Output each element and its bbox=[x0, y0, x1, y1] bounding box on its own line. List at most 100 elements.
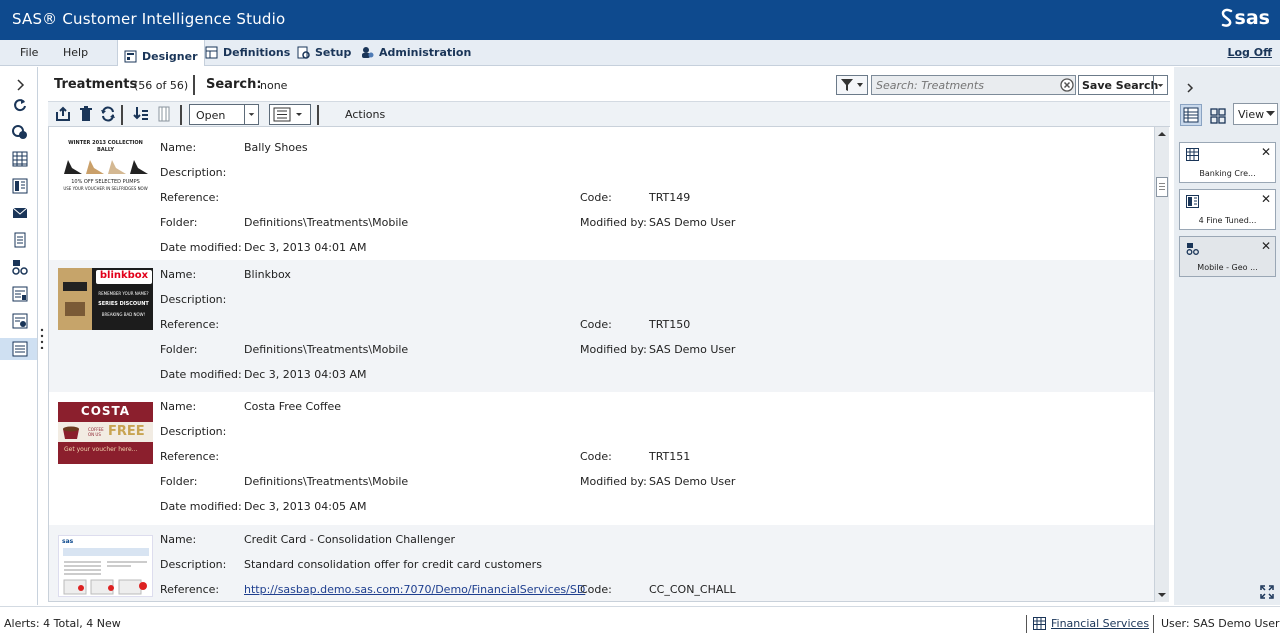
clear-search-icon[interactable] bbox=[1060, 78, 1074, 92]
name-label: Name: bbox=[160, 141, 197, 154]
thumb-line2: SERIES DISCOUNT bbox=[98, 301, 149, 307]
list-item[interactable]: blinkbox REMEMBER YOUR NAME? SERIES DISC… bbox=[49, 260, 1154, 392]
actions-menu[interactable]: Actions bbox=[345, 108, 385, 121]
title-bar: SAS® Customer Intelligence Studio sas bbox=[0, 0, 1280, 40]
treatment-thumbnail: WINTER 2013 COLLECTION BALLY 10% OFF SEL… bbox=[58, 139, 153, 201]
scroll-up-icon[interactable] bbox=[1157, 130, 1167, 138]
folder-value: Definitions\Treatments\Mobile bbox=[244, 216, 409, 229]
filter-button[interactable] bbox=[836, 75, 868, 95]
code-label: Code: bbox=[580, 450, 612, 463]
chevron-down-icon bbox=[1266, 111, 1275, 116]
recent-item-card[interactable]: ✕ Banking Cre... bbox=[1179, 142, 1276, 183]
name-value: Costa Free Coffee bbox=[244, 400, 342, 413]
reference-label: Reference: bbox=[160, 450, 220, 463]
alerts-status[interactable]: Alerts: 4 Total, 4 New bbox=[4, 617, 121, 630]
toolbar-divider bbox=[121, 105, 123, 125]
tab-administration[interactable]: Administration bbox=[361, 46, 471, 59]
description-label: Description: bbox=[160, 558, 227, 571]
close-icon[interactable]: ✕ bbox=[1261, 145, 1271, 159]
vertical-scrollbar[interactable] bbox=[1154, 127, 1169, 602]
setup-icon bbox=[297, 46, 310, 59]
list-view-toggle[interactable] bbox=[1180, 104, 1202, 126]
left-nav-rail bbox=[0, 67, 38, 605]
thumb-brand: blinkbox bbox=[96, 270, 152, 284]
view-mode-dropdown[interactable] bbox=[269, 104, 311, 125]
expand-right-icon[interactable] bbox=[1184, 81, 1196, 95]
save-search-button[interactable]: Save Search bbox=[1078, 75, 1168, 95]
administration-icon bbox=[362, 47, 374, 58]
folder-value: Definitions\Treatments\Mobile bbox=[244, 343, 409, 356]
date-modified-value: Dec 3, 2013 04:03 AM bbox=[244, 368, 367, 381]
refresh-search-icon[interactable] bbox=[12, 97, 28, 113]
header-divider bbox=[193, 75, 195, 95]
thumb-line1: REMEMBER YOUR NAME? bbox=[98, 291, 149, 296]
campaign-icon[interactable] bbox=[12, 313, 28, 329]
search-input[interactable] bbox=[871, 75, 1076, 95]
date-modified-value: Dec 3, 2013 04:01 AM bbox=[244, 241, 367, 254]
shoes-image bbox=[64, 160, 148, 174]
tab-administration-label: Administration bbox=[379, 46, 472, 59]
tab-definitions[interactable]: Definitions bbox=[205, 46, 290, 59]
tab-setup-label: Setup bbox=[315, 46, 352, 59]
treatment-thumbnail: sas bbox=[58, 535, 153, 597]
maximize-icon[interactable] bbox=[1260, 585, 1274, 599]
document-icon[interactable] bbox=[12, 232, 28, 248]
segment-search-icon[interactable] bbox=[12, 124, 28, 140]
open-dropdown[interactable]: Open bbox=[189, 104, 259, 125]
status-divider bbox=[1153, 615, 1154, 633]
reference-label: Reference: bbox=[160, 583, 220, 596]
search-value: none bbox=[260, 79, 288, 92]
code-value: TRT151 bbox=[649, 450, 691, 463]
close-icon[interactable]: ✕ bbox=[1261, 192, 1271, 206]
thumb-band: COFFEE ON US FREE bbox=[58, 422, 153, 442]
business-context-link[interactable]: Financial Services bbox=[1051, 617, 1149, 630]
modified-by-value: SAS Demo User bbox=[649, 343, 736, 356]
status-bar: Alerts: 4 Total, 4 New Financial Service… bbox=[0, 606, 1280, 642]
recent-item-card[interactable]: ✕ 4 Fine Tuned... bbox=[1179, 189, 1276, 230]
thumb-small: COFFEE ON US bbox=[88, 427, 104, 437]
chevron-down-icon[interactable] bbox=[244, 105, 258, 124]
close-icon[interactable]: ✕ bbox=[1261, 239, 1271, 253]
tab-designer[interactable]: Designer bbox=[117, 40, 205, 66]
layout-icon bbox=[1186, 195, 1199, 208]
list-item[interactable]: WINTER 2013 COLLECTION BALLY 10% OFF SEL… bbox=[49, 133, 1154, 265]
splitter-handle[interactable] bbox=[40, 327, 44, 349]
refresh-icon[interactable] bbox=[100, 106, 116, 122]
menu-help[interactable]: Help bbox=[63, 46, 88, 59]
export-icon[interactable] bbox=[55, 106, 71, 122]
menu-bar: File Help Designer Definitions Setup Adm… bbox=[0, 40, 1280, 66]
menu-file[interactable]: File bbox=[20, 46, 38, 59]
view-dropdown[interactable]: View bbox=[1233, 103, 1278, 125]
thumb-brand: sas bbox=[62, 538, 74, 545]
description-label: Description: bbox=[160, 425, 227, 438]
list-item[interactable]: COSTA COFFEE ON US FREE Get your voucher… bbox=[49, 392, 1154, 524]
list-item[interactable]: sas Name: Credit Card - Consolidation Ch… bbox=[49, 525, 1154, 601]
treatment-thumbnail: blinkbox REMEMBER YOUR NAME? SERIES DISC… bbox=[58, 268, 153, 330]
tab-setup[interactable]: Setup bbox=[297, 46, 351, 59]
reference-label: Reference: bbox=[160, 191, 220, 204]
nav-treatments-selected[interactable] bbox=[0, 338, 37, 360]
recent-item-card[interactable]: ✕ Mobile - Geo ... bbox=[1179, 236, 1276, 277]
thumb-free: FREE bbox=[108, 424, 145, 439]
logoff-link[interactable]: Log Off bbox=[1227, 46, 1272, 59]
delete-icon[interactable] bbox=[78, 106, 94, 122]
chevron-down-icon[interactable] bbox=[1153, 76, 1167, 94]
sas-swirl-icon bbox=[1221, 8, 1232, 27]
reference-link[interactable]: http://sasbap.demo.sas.com:7070/Demo/Fin… bbox=[244, 583, 585, 596]
expand-chevron-icon[interactable] bbox=[12, 77, 28, 93]
table-icon[interactable] bbox=[12, 151, 28, 167]
scroll-thumb[interactable] bbox=[1156, 177, 1168, 197]
thumb-portrait bbox=[58, 268, 92, 330]
name-label: Name: bbox=[160, 268, 197, 281]
folder-label: Folder: bbox=[160, 216, 198, 229]
mail-icon[interactable] bbox=[12, 205, 28, 221]
sas-logo: sas bbox=[1220, 7, 1270, 29]
tile-view-icon[interactable] bbox=[1210, 108, 1226, 124]
scroll-down-icon[interactable] bbox=[1157, 591, 1167, 599]
columns-icon[interactable] bbox=[156, 106, 172, 122]
report-icon[interactable] bbox=[12, 286, 28, 302]
list-header: Treatments (56 of 56) Search: none Save … bbox=[48, 67, 1170, 101]
treatment-icon[interactable] bbox=[12, 259, 28, 275]
layout-icon[interactable] bbox=[12, 178, 28, 194]
sort-icon[interactable] bbox=[133, 106, 149, 122]
